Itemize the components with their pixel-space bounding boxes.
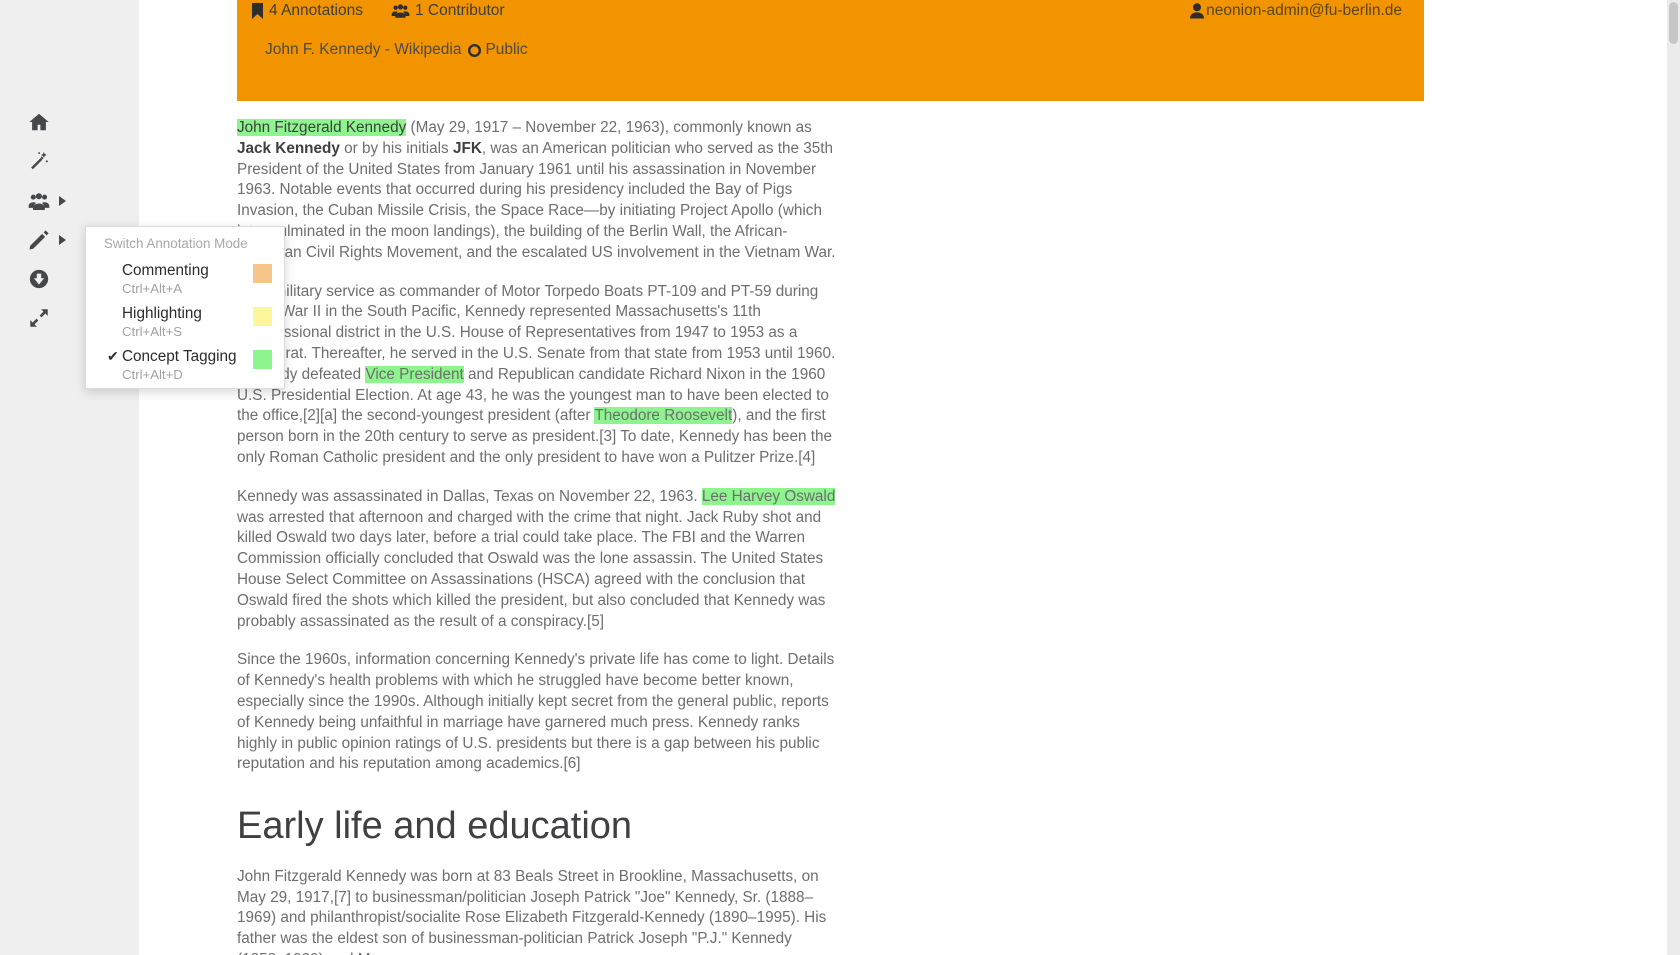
menu-item-highlighting[interactable]: Highlighting Ctrl+Alt+S <box>86 302 284 345</box>
concept-highlight-jfk[interactable]: John Fitzgerald Kennedy <box>237 119 407 136</box>
chevron-right-icon <box>59 235 66 245</box>
users-icon <box>28 190 50 212</box>
menu-item-concept-tagging-labels: Concept Tagging Ctrl+Alt+D <box>104 347 253 384</box>
paragraph-1-bold-b: JFK <box>452 139 482 157</box>
sidebar-item-groups[interactable] <box>0 180 139 222</box>
current-user-label: neonion-admin@fu-berlin.de <box>1206 2 1402 19</box>
section-heading: Early life and education <box>237 805 633 848</box>
annotations-count: 4 Annotations <box>251 2 363 20</box>
app-root: 4 Annotations 1 Contributor neonion-admi… <box>0 0 1680 955</box>
circle-icon <box>468 43 485 57</box>
paragraph-5: John Fitzgerald Kennedy was born at 83 B… <box>237 867 827 955</box>
current-user[interactable]: neonion-admin@fu-berlin.de <box>1190 2 1402 20</box>
menu-item-concept-tagging-label: Concept Tagging <box>122 348 237 365</box>
menu-item-highlighting-shortcut: Ctrl+Alt+S <box>122 324 183 339</box>
paragraph-1-text-a: (May 29, 1917 – November 22, 1963), comm… <box>406 119 812 136</box>
paragraph-3: Kennedy was assassinated in Dallas, Texa… <box>237 487 837 633</box>
menu-item-concept-tagging[interactable]: ✔ Concept Tagging Ctrl+Alt+D <box>86 345 284 388</box>
document-viewer: 4 Annotations 1 Contributor neonion-admi… <box>139 0 1541 955</box>
checkmark-icon: ✔ <box>107 348 119 364</box>
contributors-count-label: 1 Contributor <box>414 2 505 19</box>
menu-item-commenting-labels: Commenting Ctrl+Alt+A <box>104 261 253 298</box>
paragraph-3-text-a: Kennedy was assassinated in Dallas, Texa… <box>237 487 702 505</box>
bookmark-icon <box>251 3 269 19</box>
annotations-count-label: 4 Annotations <box>269 2 363 19</box>
annotation-mode-menu: Switch Annotation Mode Commenting Ctrl+A… <box>85 226 285 389</box>
magic-wand-icon <box>28 150 50 172</box>
user-icon <box>1190 3 1206 19</box>
chevron-right-icon <box>59 196 66 206</box>
menu-item-highlighting-label: Highlighting <box>122 305 202 322</box>
document-title-row: John F. Kennedy - Wikipedia Public <box>251 41 1402 59</box>
paragraph-1: John Fitzgerald Kennedy (May 29, 1917 – … <box>237 118 837 264</box>
paragraph-3-text-b: was arrested that afternoon and charged … <box>237 508 826 630</box>
home-icon <box>28 111 50 133</box>
menu-item-commenting[interactable]: Commenting Ctrl+Alt+A <box>86 259 284 302</box>
concept-highlight-lee-harvey-oswald[interactable]: Lee Harvey Oswald <box>701 487 836 505</box>
paragraph-1-text-c: , was an American politician who served … <box>237 139 836 261</box>
paragraph-1-bold-a: Jack Kennedy <box>237 139 340 157</box>
menu-item-commenting-label: Commenting <box>122 262 209 279</box>
page-scrollbar[interactable] <box>1667 0 1680 955</box>
right-gutter <box>1541 0 1680 955</box>
article-body: John Fitzgerald Kennedy (May 29, 1917 – … <box>237 118 837 955</box>
sidebar-item-magic[interactable] <box>0 140 139 182</box>
users-icon <box>391 3 415 19</box>
left-sidebar <box>0 0 139 955</box>
contributors-count: 1 Contributor <box>391 2 505 20</box>
paragraph-2: After military service as commander of M… <box>237 282 837 469</box>
sidebar-item-home[interactable] <box>0 101 139 143</box>
concept-tagging-color-swatch <box>253 350 272 369</box>
paragraph-1-text-b: or by his initials <box>339 139 453 157</box>
visibility-label: Public <box>485 41 528 58</box>
page-scrollbar-thumb[interactable] <box>1669 2 1678 44</box>
annotation-mode-menu-title: Switch Annotation Mode <box>104 236 248 251</box>
menu-item-concept-tagging-shortcut: Ctrl+Alt+D <box>122 367 183 382</box>
document-header-stats: 4 Annotations 1 Contributor neonion-admi… <box>251 0 1402 22</box>
pencil-icon <box>28 229 50 251</box>
visibility-badge: Public <box>468 41 528 59</box>
menu-item-highlighting-labels: Highlighting Ctrl+Alt+S <box>104 304 253 341</box>
expand-arrows-icon <box>28 307 50 329</box>
menu-item-commenting-shortcut: Ctrl+Alt+A <box>122 281 183 296</box>
download-circle-icon <box>28 268 50 290</box>
document-header: 4 Annotations 1 Contributor neonion-admi… <box>237 0 1424 101</box>
paragraph-4: Since the 1960s, information concerning … <box>237 651 835 773</box>
commenting-color-swatch <box>253 264 272 283</box>
concept-highlight-vice-president[interactable]: Vice President <box>365 365 464 383</box>
highlighting-color-swatch <box>253 307 272 326</box>
concept-highlight-theodore-roosevelt[interactable]: Theodore Roosevelt <box>594 407 733 425</box>
document-title: John F. Kennedy - Wikipedia <box>265 41 462 58</box>
